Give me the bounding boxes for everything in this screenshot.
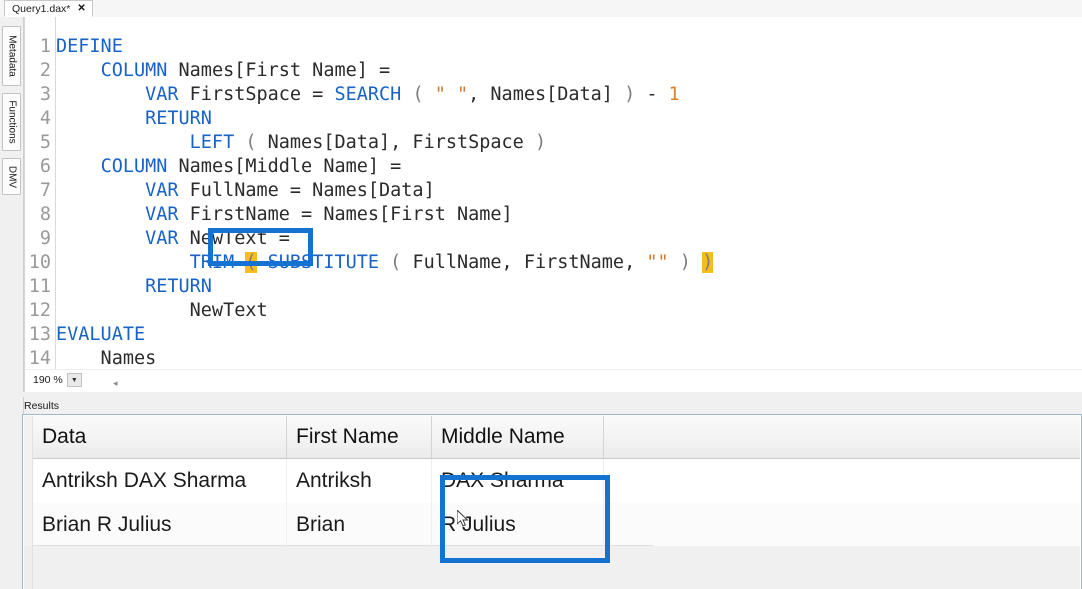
left-tool-tabs: Metadata Functions DMV: [0, 17, 24, 589]
document-tab-query1[interactable]: Query1.dax* ✕: [4, 0, 93, 17]
line-number: 13: [28, 324, 51, 345]
line-number: 14: [28, 348, 51, 369]
code-line-1: DEFINE: [56, 36, 123, 57]
document-tab-label: Query1.dax*: [12, 2, 71, 15]
code-line-13: EVALUATE: [56, 324, 146, 345]
code-line-3: VAR FirstSpace = SEARCH ( " ", Names[Dat…: [145, 84, 680, 105]
line-number: 1: [39, 36, 51, 57]
code-editor[interactable]: 1 2 3 4 5 6 7 8 9 10 11 12 13 14 DEFINE …: [24, 17, 1082, 369]
sidebar-tab-functions[interactable]: Functions: [2, 93, 21, 151]
line-number: 9: [39, 228, 51, 249]
sidebar-tab-metadata[interactable]: Metadata: [2, 26, 21, 86]
code-line-4: RETURN: [145, 108, 212, 129]
line-number: 6: [39, 156, 51, 177]
code-line-14: Names: [56, 348, 157, 369]
line-number: 11: [28, 276, 51, 297]
sidebar-tab-metadata-label: Metadata: [6, 35, 17, 77]
grid-row-header-gutter-empty: [24, 546, 32, 589]
sidebar-tab-dmv[interactable]: DMV: [2, 158, 21, 195]
column-header-data[interactable]: Data: [33, 416, 287, 458]
grid-table: Data First Name Middle Name Antriksh DAX…: [33, 416, 1080, 547]
chevron-down-icon[interactable]: ▼: [66, 373, 82, 387]
line-number: 2: [39, 60, 51, 81]
editor-status-bar: 190 % ▼ ◂: [24, 369, 1082, 393]
cell-first-name[interactable]: Antriksh: [287, 459, 432, 503]
cell-data[interactable]: Brian R Julius: [33, 503, 287, 547]
results-panel-label: Results: [24, 400, 60, 412]
code-line-8: VAR FirstName = Names[First Name]: [145, 204, 513, 225]
code-text-area[interactable]: DEFINE COLUMN Names[First Name] = VAR Fi…: [56, 17, 1082, 369]
line-number: 7: [39, 180, 51, 201]
grid-empty-area: [33, 546, 1080, 589]
line-number: 12: [28, 300, 51, 321]
cell-filler: [604, 459, 1080, 503]
code-line-11: RETURN: [145, 276, 212, 297]
results-grid[interactable]: Data First Name Middle Name Antriksh DAX…: [24, 416, 1080, 589]
line-number: 10: [28, 252, 51, 273]
code-line-2: COLUMN Names[First Name] =: [100, 60, 391, 81]
code-line-7: VAR FullName = Names[Data]: [145, 180, 435, 201]
dax-studio-window: Query1.dax* ✕ Metadata Functions DMV 1 2…: [0, 0, 1082, 589]
cell-filler: [604, 503, 1080, 547]
sidebar-tab-functions-label: Functions: [6, 100, 17, 144]
document-tab-strip: Query1.dax* ✕: [0, 0, 1082, 18]
zoom-control[interactable]: 190 % ▼: [33, 373, 82, 387]
mouse-cursor-icon: [457, 510, 469, 527]
code-line-5: LEFT ( Names[Data], FirstSpace ): [189, 132, 547, 153]
table-row[interactable]: Brian R Julius Brian R Julius: [33, 503, 1080, 547]
table-row[interactable]: Antriksh DAX Sharma Antriksh DAX Sharma: [33, 459, 1080, 503]
cell-data[interactable]: Antriksh DAX Sharma: [33, 459, 287, 503]
cell-middle-name[interactable]: DAX Sharma: [432, 459, 604, 503]
zoom-slider-handle[interactable]: ◂: [113, 378, 118, 389]
column-header-filler: [604, 416, 1080, 458]
code-line-9: VAR NewText =: [145, 228, 290, 249]
grid-header-row: Data First Name Middle Name: [33, 416, 1080, 459]
line-number: 3: [39, 84, 51, 105]
tab-strip-filler: [94, 0, 1082, 16]
line-number: 5: [39, 132, 51, 153]
code-line-10: TRIM ( SUBSTITUTE ( FullName, FirstName,…: [189, 252, 714, 273]
column-header-middle-name[interactable]: Middle Name: [432, 416, 604, 458]
line-number: 8: [39, 204, 51, 225]
code-line-12: NewText: [56, 300, 268, 321]
cell-first-name[interactable]: Brian: [287, 503, 432, 547]
close-icon[interactable]: ✕: [77, 3, 85, 14]
zoom-level-label: 190 %: [33, 374, 63, 386]
line-number: 4: [39, 108, 51, 129]
sidebar-tab-dmv-label: DMV: [6, 165, 17, 188]
code-line-6: COLUMN Names[Middle Name] =: [100, 156, 402, 177]
column-header-first-name[interactable]: First Name: [287, 416, 432, 458]
pane-splitter[interactable]: [0, 392, 1082, 397]
line-number-gutter: 1 2 3 4 5 6 7 8 9 10 11 12 13 14: [25, 17, 56, 369]
